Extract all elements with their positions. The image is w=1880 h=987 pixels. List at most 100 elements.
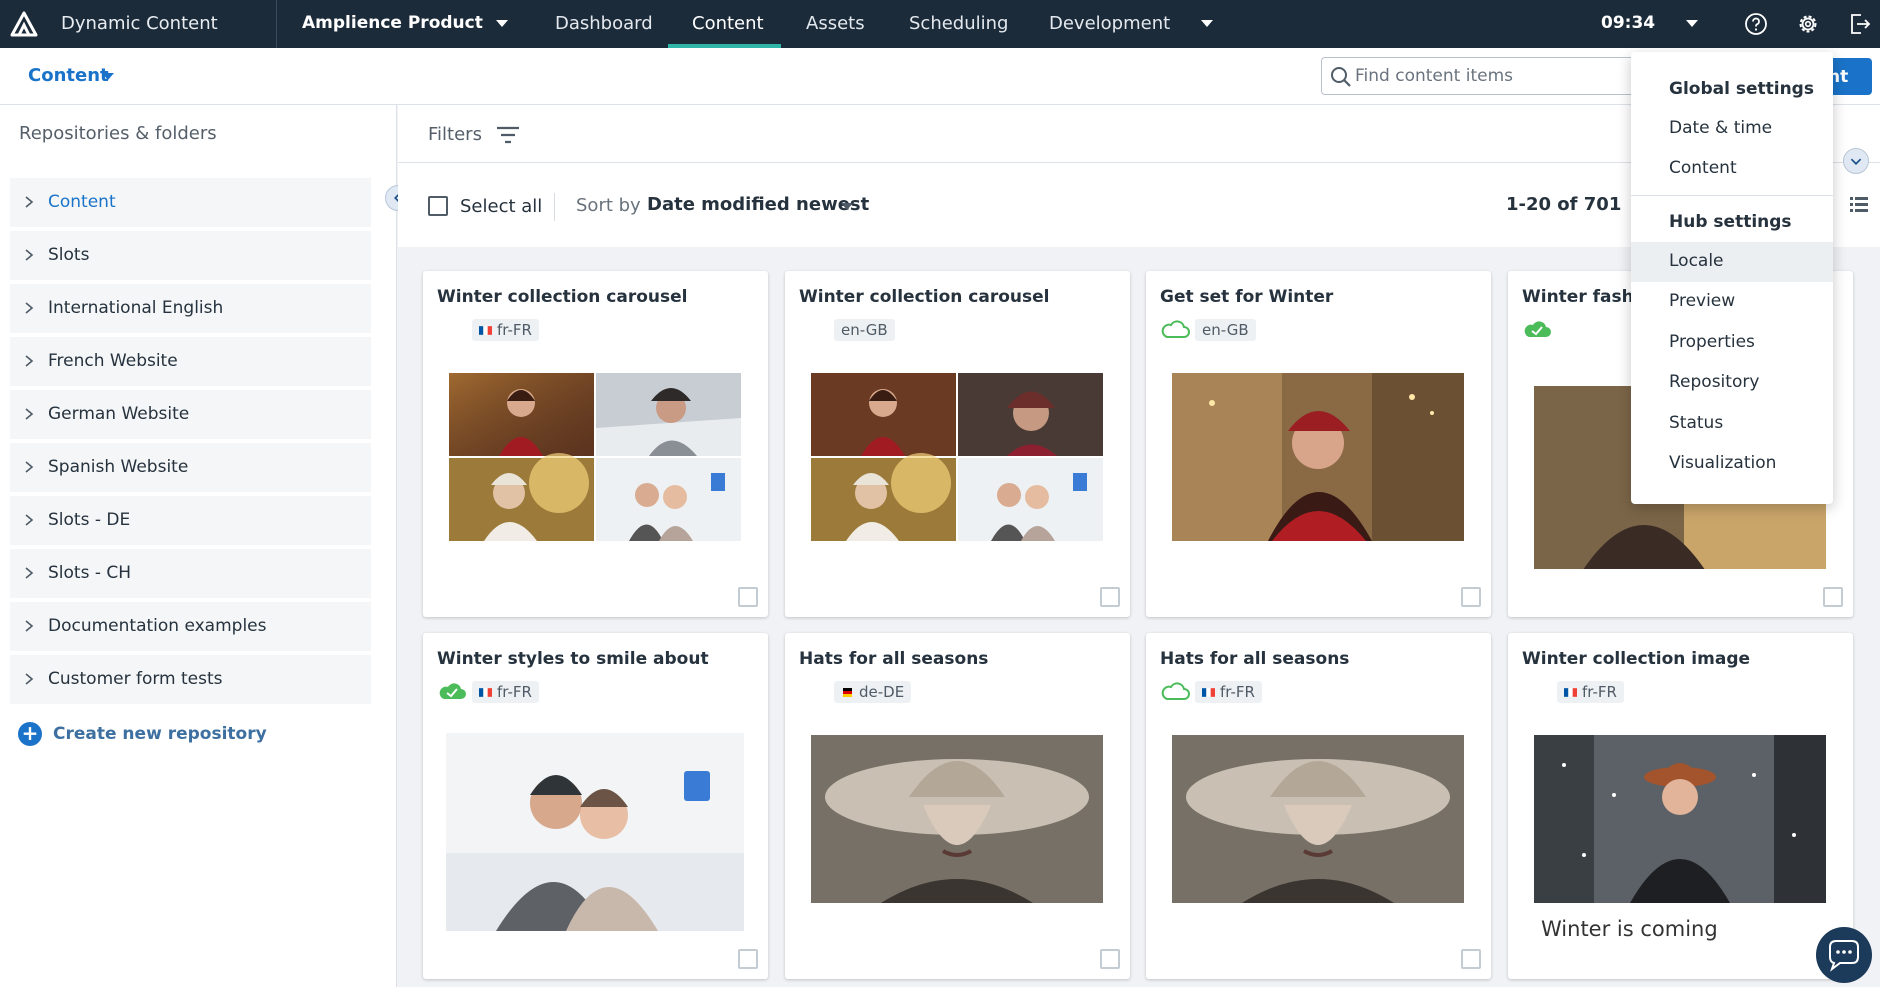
menu-item-repository[interactable]: Repository xyxy=(1631,363,1833,403)
sidebar-item-slots[interactable]: Slots xyxy=(10,231,371,280)
card-title[interactable]: Hats for all seasons xyxy=(799,649,988,669)
menu-item-date-time[interactable]: Date & time xyxy=(1631,109,1833,149)
chevron-right-icon[interactable] xyxy=(22,670,36,688)
chevron-right-icon[interactable] xyxy=(22,405,36,423)
card-select-checkbox[interactable] xyxy=(1823,587,1843,607)
carousel-thumbnail-image xyxy=(449,373,741,541)
filters-label[interactable]: Filters xyxy=(428,124,482,145)
tab-development[interactable]: Development xyxy=(1049,13,1170,34)
sidebar-item-slots-ch[interactable]: Slots - CH xyxy=(10,549,371,598)
sidebar-item-german-website[interactable]: German Website xyxy=(10,390,371,439)
carousel-thumbnail-image xyxy=(811,373,1103,541)
create-repository-button[interactable]: + Create new repository xyxy=(18,722,278,752)
locale-badge: fr-FR xyxy=(1195,681,1262,703)
logout-icon[interactable] xyxy=(1846,11,1872,37)
card-select-checkbox[interactable] xyxy=(1100,587,1120,607)
menu-item-locale[interactable]: Locale xyxy=(1631,242,1833,282)
menu-item-preview[interactable]: Preview xyxy=(1631,282,1833,322)
amplience-logo-icon[interactable] xyxy=(10,11,38,37)
sidebar-title: Repositories & folders xyxy=(19,123,217,144)
sidebar-item-french-website[interactable]: French Website xyxy=(10,337,371,386)
chevron-right-icon[interactable] xyxy=(22,246,36,264)
sidebar-item-label: Slots - CH xyxy=(48,563,132,583)
sidebar-item-international-english[interactable]: International English xyxy=(10,284,371,333)
hub-selector[interactable]: Amplience Product xyxy=(302,13,483,33)
card-select-checkbox[interactable] xyxy=(738,949,758,969)
toolbar-divider xyxy=(554,193,555,221)
sidebar-item-content[interactable]: Content xyxy=(10,178,371,227)
content-card[interactable]: Winter collection carousel en-GB xyxy=(785,271,1130,617)
tab-assets[interactable]: Assets xyxy=(806,13,865,34)
card-title[interactable]: Hats for all seasons xyxy=(1160,649,1349,669)
clock-time[interactable]: 09:34 xyxy=(1601,13,1655,33)
content-card[interactable]: Hats for all seasons fr-FR xyxy=(1146,633,1491,979)
sidebar-item-label: Slots xyxy=(48,245,90,265)
filter-icon[interactable] xyxy=(495,124,521,146)
time-chevron-down-icon[interactable] xyxy=(1686,20,1698,27)
chevron-right-icon[interactable] xyxy=(22,299,36,317)
sort-select[interactable]: Date modified newest xyxy=(647,194,869,215)
locale-label: fr-FR xyxy=(497,321,532,339)
content-card[interactable]: Hats for all seasons de-DE xyxy=(785,633,1130,979)
card-title[interactable]: Winter collection carousel xyxy=(437,287,688,307)
chevron-right-icon[interactable] xyxy=(22,617,36,635)
search-input[interactable] xyxy=(1355,62,1625,90)
menu-item-properties[interactable]: Properties xyxy=(1631,323,1833,363)
menu-item-visualization[interactable]: Visualization xyxy=(1631,444,1833,484)
locale-badge: de-DE xyxy=(834,681,912,703)
card-select-checkbox[interactable] xyxy=(1461,587,1481,607)
content-card[interactable]: Winter collection image fr-FR Winter is … xyxy=(1508,633,1853,979)
locale-badge: en-GB xyxy=(834,319,895,341)
chevron-right-icon[interactable] xyxy=(22,352,36,370)
card-title[interactable]: Winter collection image xyxy=(1522,649,1750,669)
list-view-icon[interactable] xyxy=(1849,194,1869,214)
chevron-right-icon[interactable] xyxy=(22,564,36,582)
card-select-checkbox[interactable] xyxy=(1100,949,1120,969)
chevron-right-icon[interactable] xyxy=(22,511,36,529)
help-icon[interactable] xyxy=(1743,11,1769,37)
sidebar-item-label: Slots - DE xyxy=(48,510,131,530)
content-card[interactable]: Get set for Winter en-GB xyxy=(1146,271,1491,617)
tab-dashboard[interactable]: Dashboard xyxy=(555,13,653,34)
content-card[interactable]: Winter collection carousel fr-FR xyxy=(423,271,768,617)
menu-item-status[interactable]: Status xyxy=(1631,404,1833,444)
menu-item-content[interactable]: Content xyxy=(1631,149,1833,189)
published-cloud-icon xyxy=(439,683,466,699)
content-card[interactable]: Winter styles to smile about fr-FR xyxy=(423,633,768,979)
locale-badge: fr-FR xyxy=(1557,681,1624,703)
sidebar-item-customer-form-tests[interactable]: Customer form tests xyxy=(10,655,371,704)
card-select-checkbox[interactable] xyxy=(738,587,758,607)
select-all-label[interactable]: Select all xyxy=(460,196,542,217)
sidebar-item-label: Customer form tests xyxy=(48,669,223,689)
select-all-checkbox[interactable] xyxy=(428,196,448,216)
card-title[interactable]: Get set for Winter xyxy=(1160,287,1333,307)
flag-de-icon xyxy=(843,688,852,697)
sidebar-item-spanish-website[interactable]: Spanish Website xyxy=(10,443,371,492)
flag-fr-icon xyxy=(1202,688,1215,697)
card-title[interactable]: Winter styles to smile about xyxy=(437,649,709,669)
chevron-right-icon[interactable] xyxy=(22,193,36,211)
sidebar-item-label: International English xyxy=(48,298,224,318)
search-box[interactable] xyxy=(1321,57,1641,95)
tab-scheduling[interactable]: Scheduling xyxy=(909,13,1008,34)
hub-chevron-down-icon[interactable] xyxy=(496,20,508,27)
chat-icon[interactable] xyxy=(1816,927,1872,983)
card-select-checkbox[interactable] xyxy=(1461,949,1481,969)
gear-icon[interactable] xyxy=(1795,11,1821,37)
tab-content[interactable]: Content xyxy=(692,13,764,34)
sort-chevron-down-icon[interactable] xyxy=(841,203,853,210)
context-selector[interactable]: Content xyxy=(28,65,109,86)
sidebar-item-slots-de[interactable]: Slots - DE xyxy=(10,496,371,545)
context-chevron-down-icon[interactable] xyxy=(102,73,114,80)
sub-header: Content nt xyxy=(0,48,1880,105)
sidebar-item-documentation-examples[interactable]: Documentation examples xyxy=(10,602,371,651)
card-caption: Winter is coming xyxy=(1541,917,1718,941)
expand-chevron-down-icon[interactable] xyxy=(1843,148,1869,174)
hub-settings-heading: Hub settings xyxy=(1669,212,1792,232)
sidebar-item-label: German Website xyxy=(48,404,190,424)
locale-label: en-GB xyxy=(841,321,888,339)
chevron-right-icon[interactable] xyxy=(22,458,36,476)
card-title[interactable]: Winter collection carousel xyxy=(799,287,1050,307)
development-chevron-down-icon[interactable] xyxy=(1201,20,1213,27)
global-settings-heading: Global settings xyxy=(1669,79,1814,99)
